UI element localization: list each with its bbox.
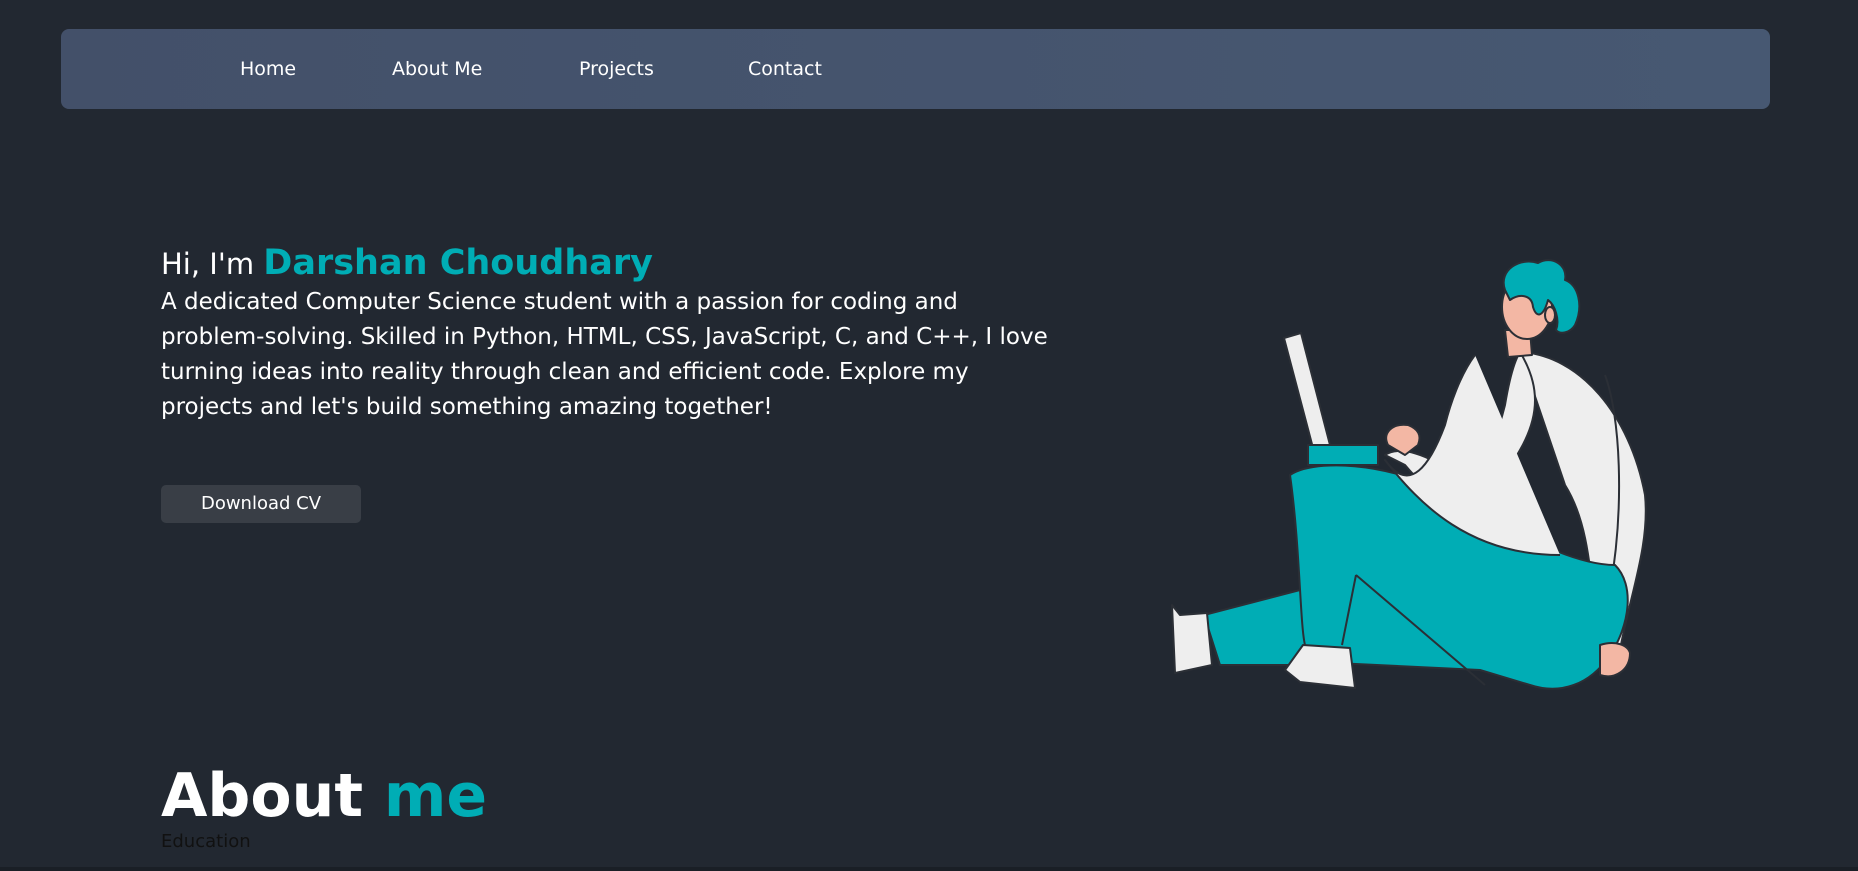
about-title-accent: me (383, 761, 488, 831)
page: Home About Me Projects Contact Hi, I'm D… (0, 0, 1858, 871)
education-subheading: Education (161, 831, 251, 852)
greeting-text: Hi, I'm (161, 247, 255, 281)
download-cv-button[interactable]: Download CV (161, 485, 361, 523)
navbar: Home About Me Projects Contact (61, 29, 1770, 109)
about-title-main: About (161, 761, 364, 831)
person-with-laptop-illustration (1171, 259, 1647, 690)
nav-contact-link[interactable]: Contact (748, 29, 822, 109)
hero-description: A dedicated Computer Science student wit… (161, 289, 1048, 420)
about-section-title: About me (161, 760, 487, 832)
bottom-divider (0, 867, 1858, 871)
hero-name: Darshan Choudhary (263, 243, 653, 283)
hero-greeting: Hi, I'm Darshan Choudhary (161, 240, 653, 287)
nav-about-link[interactable]: About Me (392, 29, 482, 109)
nav-projects-link[interactable]: Projects (579, 29, 654, 109)
nav-home-link[interactable]: Home (240, 29, 296, 109)
